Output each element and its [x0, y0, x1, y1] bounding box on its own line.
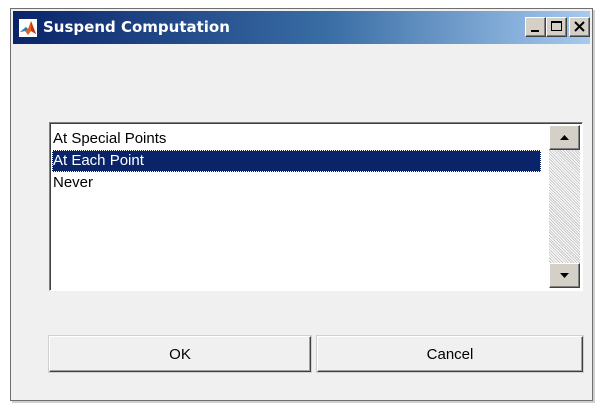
list-item-at-special-points[interactable]: At Special Points: [52, 128, 541, 150]
close-button[interactable]: [569, 17, 590, 37]
suspend-options-listbox[interactable]: At Special Points At Each Point Never: [49, 122, 583, 291]
scroll-up-button[interactable]: [549, 125, 580, 150]
title-bar[interactable]: Suspend Computation: [13, 11, 590, 44]
cancel-button[interactable]: Cancel: [317, 336, 583, 372]
suspend-computation-dialog: Suspend Computation At Special Points At…: [10, 8, 593, 401]
list-item-never[interactable]: Never: [52, 172, 541, 194]
list-item-at-each-point[interactable]: At Each Point: [52, 150, 541, 172]
window-title: Suspend Computation: [43, 18, 230, 36]
listbox-scrollbar[interactable]: [549, 125, 580, 288]
scroll-down-button[interactable]: [549, 263, 580, 288]
maximize-button[interactable]: [546, 17, 567, 37]
matlab-logo-icon: [19, 19, 37, 37]
ok-button[interactable]: OK: [49, 336, 311, 372]
listbox-items: At Special Points At Each Point Never: [52, 128, 541, 194]
minimize-button[interactable]: [525, 17, 546, 37]
